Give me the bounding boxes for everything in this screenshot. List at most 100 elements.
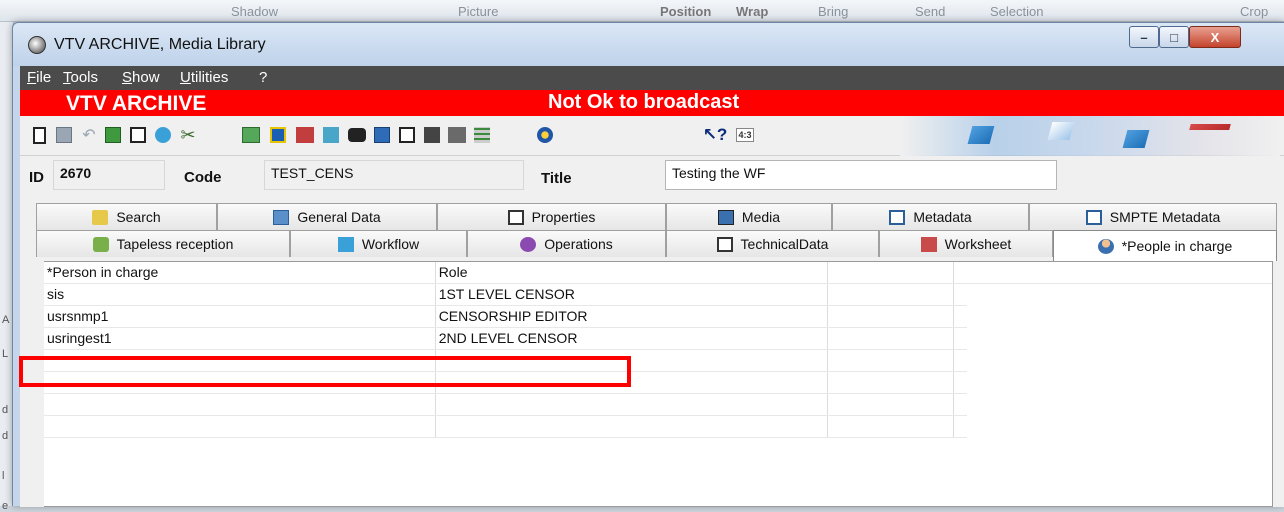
tab-label: Operations [544,236,613,252]
bg-letter: L [2,348,9,360]
ribbon-picture: Picture [458,4,499,19]
title-bar[interactable]: VTV ARCHIVE, Media Library – □ X [13,23,1284,66]
metadata-icon[interactable] [240,124,262,146]
tab-people-in-charge[interactable]: *People in charge [1053,230,1277,261]
tab-worksheet[interactable]: Worksheet [879,230,1053,257]
bg-letter: e [2,500,9,512]
people-in-charge-grid[interactable]: *Person in charge Role sis 1ST LEVEL CEN… [21,261,1273,507]
tab-tapeless-reception[interactable]: Tapeless reception [36,230,290,257]
menu-help[interactable]: ? [259,69,267,86]
tab-operations[interactable]: Operations [467,230,666,257]
new-document-icon[interactable] [28,124,50,146]
tab-label: Properties [531,209,596,225]
broadcast-status-banner: VTV ARCHIVE Not Ok to broadcast [20,90,1284,116]
tab-search[interactable]: Search [36,203,217,230]
tab-label: Worksheet [944,236,1012,252]
tab-label: Workflow [361,236,420,252]
ribbon-crop: Crop [1240,4,1269,19]
app-logo-icon [28,36,46,54]
tab-label: TechnicalData [740,236,829,252]
cell-blank[interactable] [827,283,955,306]
metadata-tree-icon [889,209,906,225]
aspect-ratio-label: 4:3 [736,128,754,142]
film-icon[interactable] [267,124,289,146]
tab-label: General Data [297,209,381,225]
paste-icon[interactable] [152,124,174,146]
maximize-button[interactable]: □ [1159,26,1189,48]
tab-metadata[interactable]: Metadata [832,203,1029,230]
tree-icon[interactable] [371,124,393,146]
ribbon-selection: Selection [990,4,1044,19]
cell-blank[interactable] [827,305,955,328]
cell-person[interactable]: usrsnmp1 [44,305,436,328]
technical-data-icon [716,236,733,252]
tab-label: Metadata [913,209,972,225]
import-icon[interactable] [320,124,342,146]
tab-label: Search [116,209,161,225]
minimize-button[interactable]: – [1129,26,1159,48]
menu-bar: File Tools Show Utilities ? [20,66,1284,90]
table-header-row: *Person in charge Role [44,262,1272,284]
title-label: Title [541,170,572,187]
ribbon-send: Send [915,4,946,19]
column-header-person[interactable]: *Person in charge [44,262,436,284]
id-label: ID [29,169,44,186]
id-field[interactable]: 2670 [53,160,165,190]
media-library-window: VTV ARCHIVE, Media Library – □ X File To… [12,22,1284,507]
grid-empty-area [967,284,1272,506]
tab-label: *People in charge [1121,238,1233,254]
calendar-icon [273,209,290,225]
menu-tools[interactable]: Tools [63,69,98,86]
person-icon [1097,238,1114,254]
cell-role[interactable]: 2ND LEVEL CENSOR [435,327,828,350]
tab-smpte-metadata[interactable]: SMPTE Metadata [1029,203,1277,230]
ribbon-shadow: Shadow [231,4,278,19]
decorative-cubes-graphic [900,116,1280,156]
cell-person[interactable]: sis [44,283,436,306]
column-header-blank[interactable] [827,262,955,284]
tab-technical-data[interactable]: TechnicalData [666,230,879,257]
cell-role[interactable]: 1ST LEVEL CENSOR [435,283,828,306]
title-field[interactable]: Testing the WF [665,160,1057,190]
undo-icon[interactable]: ↶ [78,124,100,146]
aspect-ratio-icon[interactable]: 4:3 [734,124,756,146]
metadata-tree-icon [1085,209,1102,225]
media-icon [717,209,734,225]
code-field[interactable]: TEST_CENS [264,160,524,190]
close-button[interactable]: X [1189,26,1241,48]
binoculars-icon[interactable] [346,124,368,146]
refresh-icon[interactable] [102,124,124,146]
copy-icon[interactable] [127,124,149,146]
network-icon[interactable] [294,124,316,146]
ribbon-wrap: Wrap [736,4,769,19]
code-label: Code [184,169,222,186]
cell-role[interactable]: CENSORSHIP EDITOR [435,305,828,328]
help-cursor-icon[interactable]: ↖? [703,124,728,146]
bg-letter: d [2,430,9,442]
tab-media[interactable]: Media [666,203,832,230]
bg-letter: A [2,314,10,326]
ribbon-bring: Bring [818,4,849,19]
menu-show[interactable]: Show [122,69,160,86]
save-icon[interactable] [53,124,75,146]
reception-icon [92,236,109,252]
bg-letter: l [2,470,5,482]
cell-blank[interactable] [827,327,955,350]
properties-icon [507,209,524,225]
tab-general-data[interactable]: General Data [217,203,437,230]
tab-strip: Search General Data Properties Media Met… [20,197,1284,261]
preview-icon[interactable] [396,124,418,146]
tab-properties[interactable]: Properties [437,203,666,230]
cell-person[interactable]: usringest1 [44,327,436,350]
play-icon[interactable] [534,124,556,146]
menu-utilities[interactable]: Utilities [180,69,228,86]
column-header-blank [953,262,1272,284]
grid-icon[interactable] [471,124,493,146]
clapper-icon[interactable] [446,124,468,146]
record-fields-row: ID 2670 Code TEST_CENS Title Testing the… [20,157,1284,197]
report-icon[interactable] [421,124,443,146]
scissors-icon[interactable]: ✂ [177,124,199,146]
column-header-role[interactable]: Role [435,262,828,284]
tab-workflow[interactable]: Workflow [290,230,467,257]
menu-file[interactable]: File [27,69,51,86]
